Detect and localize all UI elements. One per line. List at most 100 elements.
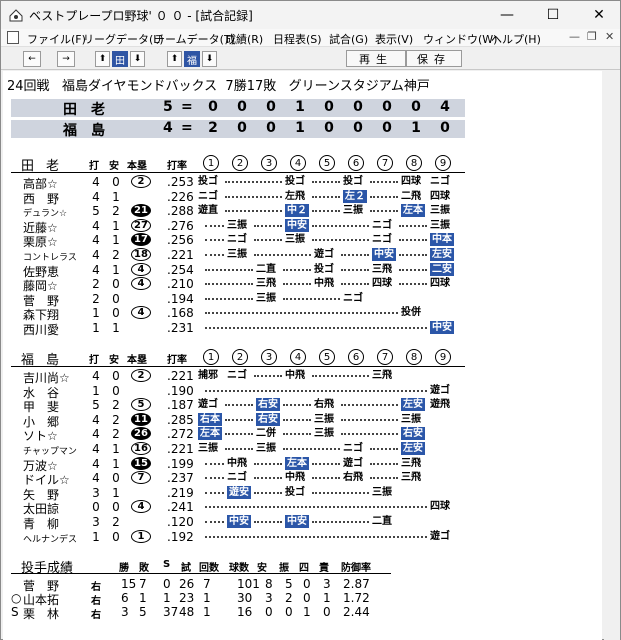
column-header-avg: 打率 (167, 161, 187, 172)
mdi-minimize-button[interactable]: — (569, 30, 580, 43)
pitching-column-header: 勝 (119, 563, 129, 574)
batter-row[interactable]: 矢 野 3 1.219 遊安 投ゴ 三振 (3, 485, 602, 502)
batter-row[interactable]: 藤岡☆ 2 0 4.210 三飛 中飛 四球 四球 (3, 277, 602, 293)
batter-at-bats: 4 (92, 262, 100, 277)
at-bat-result: 二直 (372, 516, 392, 527)
minimize-button[interactable]: — (484, 1, 530, 29)
inning-number-circle: 7 (377, 155, 393, 171)
away-up-button[interactable]: ⬆ (95, 51, 110, 67)
pitcher-row[interactable]: 菅 野右 15 7 0 26 7 101 8 5 0 3 2.87 (3, 577, 602, 593)
batter-row[interactable]: 近藤☆ 4 1 27.276 三振 中安 ニゴ 三振 (3, 218, 602, 235)
at-bat-results: 二直 投ゴ 三飛 二安 (203, 262, 493, 277)
batter-row[interactable]: ソト☆ 4 2 26.272 左本 二併 三振 右安 (3, 427, 602, 443)
batter-at-bats: 4 (92, 442, 100, 456)
scoreboard-inning-runs: 0 (237, 120, 247, 136)
scoreboard-inning-runs: 0 (237, 99, 247, 115)
at-bat-result: ニゴ (227, 234, 247, 246)
batter-row[interactable]: チャップマン 4 1 16 .221 三振 三振 ニゴ 左安 (3, 442, 602, 457)
batter-hits: 1 (112, 218, 120, 233)
pitcher-stat: 3 (121, 605, 129, 619)
batter-home-runs: 2 (131, 175, 151, 188)
batter-at-bats: 2 (92, 277, 100, 292)
at-bat-result: 三振 (285, 234, 305, 246)
home-team-button[interactable]: 福 (184, 51, 200, 67)
menu-file[interactable]: ファイル(F) (27, 31, 86, 47)
batter-hits: 2 (112, 515, 120, 529)
pitcher-row[interactable]: S栗 林右 3 5 37 48 1 16 0 0 1 0 2.44 (3, 605, 602, 621)
batter-row[interactable]: 佐野恵 4 1 4.254 二直 投ゴ 三飛 二安 (3, 262, 602, 279)
menu-help[interactable]: ヘルプ(H) (491, 31, 541, 47)
title-bar: ベストプレープロ野球' ０ ０ - [試合記録] — ☐ ✕ (1, 1, 620, 29)
menu-bar: ファイル(F) リーグデータ(L) チームデータ(T) 成績(R) 日程表(S)… (1, 29, 620, 47)
pitcher-decision-mark: ○ (11, 591, 22, 605)
batter-row[interactable]: 森下翔 1 0 4.168 投併 (3, 306, 602, 322)
leader-dots (205, 462, 224, 465)
batter-row[interactable]: 小 郷 4 2 11.285 右本 右安 三振 三振 (3, 412, 602, 429)
batter-row[interactable]: デュラン☆ 5 2 21.288 遊直 中２ 三振 左本 三振 (3, 204, 602, 219)
at-bat-result: 投ゴ (314, 263, 334, 275)
pitcher-row[interactable]: ○ 山本拓右 6 1 1 23 1 30 3 2 0 1 1.72 (3, 591, 602, 607)
batter-row[interactable]: 西 野 4 1.226 ニゴ 左飛 左２ 二飛 四球 (3, 189, 602, 206)
close-button[interactable]: ✕ (576, 1, 621, 29)
batter-average: .231 (167, 321, 194, 335)
menu-game[interactable]: 試合(G) (329, 31, 368, 47)
batter-row[interactable]: 西川愛 1 1 .231 中安 (3, 321, 602, 337)
at-bat-result: 遊ゴ (198, 399, 218, 411)
batter-home-runs: 2 (131, 369, 151, 382)
away-down-button[interactable]: ⬇ (130, 51, 145, 67)
batter-name: チャップマン (23, 447, 77, 457)
batter-at-bats: 4 (92, 427, 100, 442)
at-bat-results: 左本 二併 三振 右安 (198, 427, 493, 441)
batter-row[interactable]: 甲 斐 5 2 5.187 遊ゴ 右安 右飛 左安 遊飛 (3, 398, 602, 414)
batter-hits: 2 (112, 248, 120, 262)
menu-window[interactable]: ウィンドウ(W) (423, 31, 497, 47)
menu-team-data[interactable]: チームデータ(T) (154, 31, 235, 47)
save-button[interactable]: 保存 (406, 50, 462, 67)
batter-row[interactable]: 青 柳 3 2.120 中安 中安 二直 (3, 515, 602, 531)
leader-dots (312, 477, 340, 480)
batter-row[interactable]: 万波☆ 4 1 15.199 中飛 左本 遊ゴ 三飛 (3, 456, 602, 473)
batter-row[interactable]: 高部☆ 4 0 2.253 投ゴ 投ゴ 投ゴ 四球 ニゴ (3, 175, 602, 191)
mdi-close-button[interactable]: ✕ (605, 30, 614, 43)
prev-game-button[interactable]: ← (23, 51, 41, 67)
batter-row[interactable]: 水 谷 1 0.190 遊ゴ (3, 384, 602, 400)
toolbar: ← → ⬆ 田 ⬇ ⬆ 福 ⬇ 再生 保存 (1, 48, 620, 70)
column-header-ab: 打 (89, 355, 99, 366)
batter-row[interactable]: ドイル☆ 4 0 7.237 ニゴ 中飛 右飛 三飛 (3, 471, 602, 487)
batter-hits: 1 (112, 262, 120, 277)
next-game-button[interactable]: → (57, 51, 75, 67)
pitcher-stat: 1 (163, 591, 171, 605)
menu-schedule[interactable]: 日程表(S) (273, 31, 322, 47)
scoreboard-inning-runs: 1 (295, 99, 305, 115)
menu-view[interactable]: 表示(V) (375, 31, 413, 47)
away-team-button[interactable]: 田 (112, 51, 128, 67)
document-icon[interactable] (7, 31, 19, 44)
batter-average: .237 (167, 471, 194, 486)
batter-hits: 2 (112, 204, 120, 219)
home-down-button[interactable]: ⬇ (202, 51, 217, 67)
inning-number-circle: 8 (406, 155, 422, 171)
leader-dots (312, 462, 340, 465)
mdi-restore-button[interactable]: ❐ (587, 30, 597, 43)
batter-row[interactable]: ヘルナンデス 1 0 1 .192 遊ゴ (3, 529, 602, 545)
at-bat-results: 投ゴ 投ゴ 投ゴ 四球 ニゴ (198, 175, 493, 189)
maximize-button[interactable]: ☐ (530, 1, 576, 29)
leader-dots (341, 404, 398, 407)
menu-league-data[interactable]: リーグデータ(L) (83, 31, 164, 47)
menu-records[interactable]: 成績(R) (225, 31, 263, 47)
batter-row[interactable]: 吉川尚☆ 4 0 2.221 捕邪 ニゴ 中飛 三飛 (3, 369, 602, 385)
leader-dots (312, 491, 369, 494)
batter-home-runs: 11 (131, 412, 151, 426)
leader-dots (283, 297, 340, 300)
at-bat-results: 三振 中安 ニゴ 三振 (203, 218, 493, 233)
batter-row[interactable]: 太田諒 0 0 4.241 四球 (3, 500, 602, 516)
leader-dots (312, 195, 340, 198)
pitcher-stat: 0 (163, 577, 171, 591)
home-up-button[interactable]: ⬆ (167, 51, 182, 67)
leader-dots (254, 477, 282, 480)
vertical-scrollbar[interactable] (604, 71, 620, 640)
batter-row[interactable]: 菅 野 2 0.194 三振 ニゴ (3, 292, 602, 308)
batter-row[interactable]: コントレラス 4 2 18 .221 三振 遊ゴ 中安 左安 (3, 248, 602, 263)
replay-button[interactable]: 再生 (346, 50, 406, 67)
batter-row[interactable]: 栗原☆ 4 1 17.256 ニゴ 三振 ニゴ 中本 (3, 233, 602, 249)
